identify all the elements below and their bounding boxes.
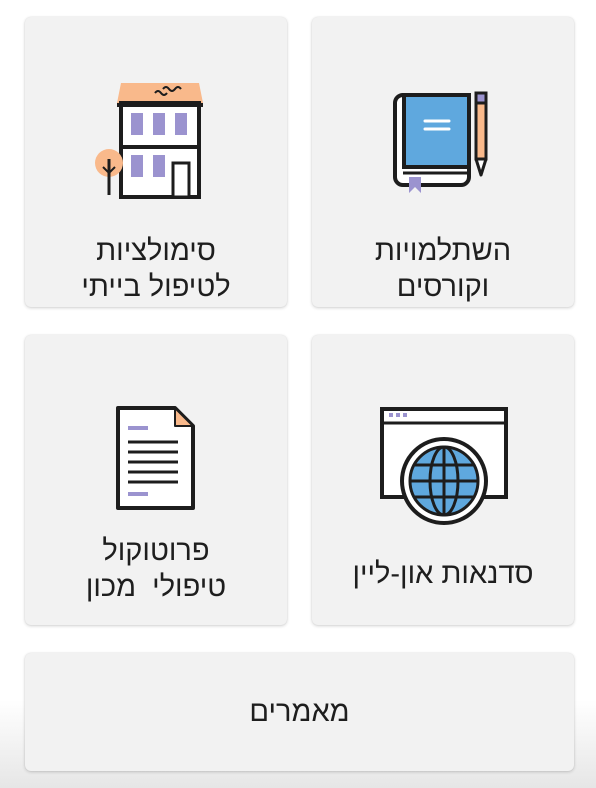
online-workshops-tile[interactable]: סדנאות און-ליין [312,335,574,625]
browser-globe-icon [380,407,508,525]
articles-label-line1: מאמרים [249,696,350,728]
book-pencil-icon [393,91,488,193]
simulations-label-line1: סימולציות [96,235,216,267]
protocol-label: פרוטוקול טיפולי מכון [25,533,287,605]
document-icon [116,406,195,510]
simulations-label: סימולציות לטיפול בייתי [25,233,287,305]
protocol-label-line1: פרוטוקול [102,535,210,567]
protocol-label-line2: טיפולי מכון [85,571,227,603]
courses-label-line2: וקורסים [396,271,490,303]
courses-label: השתלמויות וקורסים [312,233,574,305]
simulations-label-line2: לטיפול בייתי [81,271,231,303]
simulations-tile[interactable]: סימולציות לטיפול בייתי [25,17,287,307]
online-workshops-label-line1: סדנאות און-ליין [352,558,534,590]
building-icon [95,83,203,199]
online-workshops-label: סדנאות און-ליין [312,556,574,592]
protocol-tile[interactable]: פרוטוקול טיפולי מכון [25,335,287,625]
articles-label: מאמרים [25,694,574,730]
courses-tile[interactable]: השתלמויות וקורסים [312,17,574,307]
articles-tile[interactable]: מאמרים [25,653,574,771]
courses-label-line1: השתלמויות [374,235,512,267]
